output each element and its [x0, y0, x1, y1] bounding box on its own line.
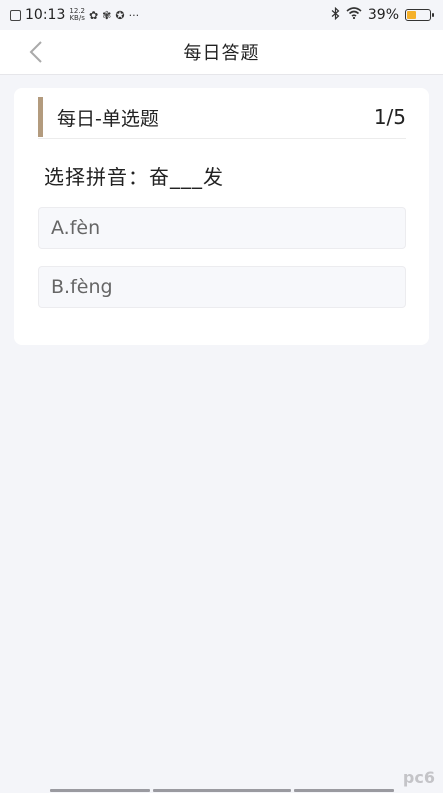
question-text: 选择拼音：奋___发: [44, 165, 224, 189]
status-left: 10:13 12.2 KB/s ✿ ✾ ✪ ···: [10, 7, 139, 23]
option-a[interactable]: A.fèn: [38, 207, 406, 249]
back-button[interactable]: [22, 38, 50, 66]
net-speed-unit: KB/s: [69, 14, 85, 22]
watermark: pc6: [402, 768, 435, 787]
nav-indicator: [153, 789, 291, 792]
battery-fill: [407, 11, 416, 19]
more-icon: ···: [128, 8, 140, 22]
wechat-icon: ✿: [88, 8, 99, 22]
notification-icon: [10, 9, 21, 21]
wifi-icon: [346, 7, 362, 23]
option-a-label: A.fèn: [51, 217, 101, 239]
option-b-label: B.fèng: [51, 276, 113, 298]
question-header: 每日-单选题 1/5: [38, 96, 406, 139]
app-icon: ✾: [102, 8, 112, 22]
battery-percent: 39%: [367, 7, 399, 23]
page-title: 每日答题: [183, 43, 260, 64]
question-card: 每日-单选题 1/5 选择拼音：奋___发 A.fèn B.fèng: [14, 88, 429, 345]
status-bar: 10:13 12.2 KB/s ✿ ✾ ✪ ··· 39%: [0, 0, 443, 30]
bluetooth-icon: [331, 6, 340, 24]
chevron-left-icon: [29, 41, 42, 63]
status-right: 39%: [331, 6, 434, 24]
battery-icon: [405, 9, 434, 21]
status-time: 10:13: [25, 7, 66, 23]
nav-indicator: [50, 789, 150, 792]
question-type: 每日-单选题: [57, 107, 159, 130]
question-progress: 1/5: [373, 105, 406, 129]
nav-indicator: [294, 789, 394, 792]
app-icon: ✪: [115, 8, 125, 22]
accent-bar: [38, 97, 43, 137]
header: 每日答题: [0, 30, 443, 75]
net-speed: 12.2 KB/s: [69, 8, 85, 22]
option-b[interactable]: B.fèng: [38, 266, 406, 308]
